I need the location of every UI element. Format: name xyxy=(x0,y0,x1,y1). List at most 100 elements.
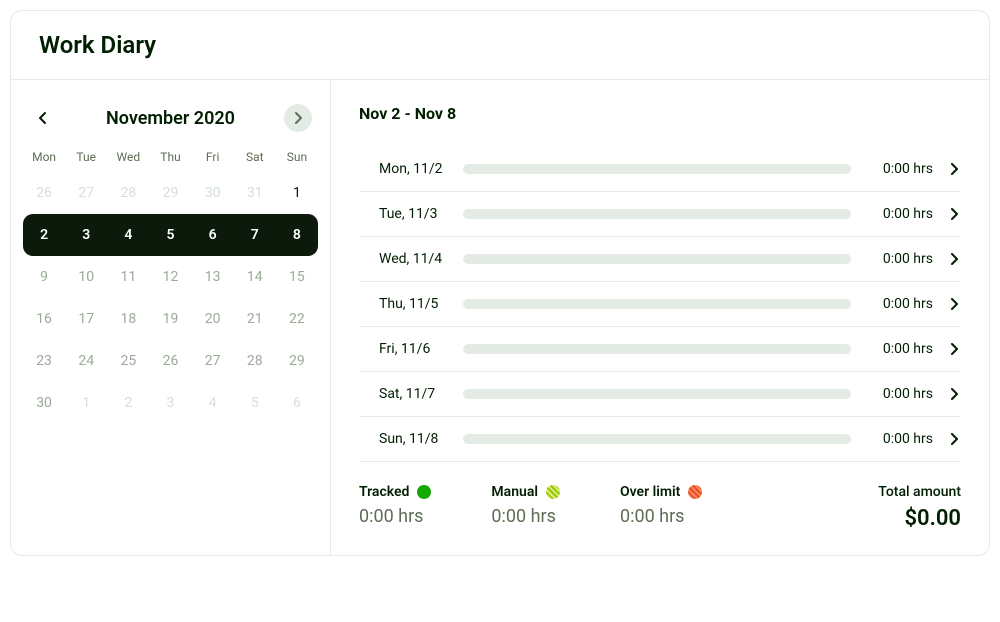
day-row-expand[interactable] xyxy=(947,433,961,445)
calendar-day[interactable]: 7 xyxy=(234,214,276,256)
calendar-day[interactable]: 5 xyxy=(149,214,191,256)
calendar-day[interactable]: 20 xyxy=(192,298,234,340)
manual-value: 0:00 hrs xyxy=(491,506,560,527)
chevron-left-icon xyxy=(38,111,48,125)
next-month-button[interactable] xyxy=(284,104,312,132)
day-row-hours: 0:00 hrs xyxy=(865,296,933,312)
calendar-day[interactable]: 23 xyxy=(23,340,65,382)
calendar-day[interactable]: 27 xyxy=(65,172,107,214)
calendar-day[interactable]: 15 xyxy=(276,256,318,298)
calendar-day[interactable]: 21 xyxy=(234,298,276,340)
calendar-day[interactable]: 28 xyxy=(234,340,276,382)
calendar-day[interactable]: 13 xyxy=(192,256,234,298)
calendar-day[interactable]: 1 xyxy=(276,172,318,214)
calendar-day[interactable]: 18 xyxy=(107,298,149,340)
day-row-expand[interactable] xyxy=(947,163,961,175)
calendar-day[interactable]: 31 xyxy=(234,172,276,214)
total-label: Total amount xyxy=(878,484,961,500)
day-row-bar xyxy=(463,344,851,354)
calendar-day[interactable]: 14 xyxy=(234,256,276,298)
day-row[interactable]: Thu, 11/50:00 hrs xyxy=(359,282,961,327)
day-row-hours: 0:00 hrs xyxy=(865,251,933,267)
chevron-right-icon xyxy=(950,343,958,355)
day-row[interactable]: Mon, 11/2 0:00 hrs xyxy=(359,147,961,192)
day-row-hours: 0:00 hrs xyxy=(865,161,933,177)
calendar-day[interactable]: 1 xyxy=(65,382,107,424)
calendar-day[interactable]: 29 xyxy=(149,172,191,214)
calendar-day[interactable]: 5 xyxy=(234,382,276,424)
day-row-expand[interactable] xyxy=(947,253,961,265)
summary-row: Tracked 0:00 hrs Manual 0:00 hrs Over li… xyxy=(359,462,961,531)
day-row-expand[interactable] xyxy=(947,343,961,355)
day-row-bar xyxy=(463,254,851,264)
tracked-label-row: Tracked xyxy=(359,484,431,500)
tracked-label: Tracked xyxy=(359,484,409,500)
day-row-bar xyxy=(463,434,851,444)
chevron-right-icon xyxy=(950,208,958,220)
day-row-label: Wed, 11/4 xyxy=(359,251,449,267)
overlimit-value: 0:00 hrs xyxy=(620,506,702,527)
calendar-day[interactable]: 12 xyxy=(149,256,191,298)
day-row[interactable]: Fri, 11/60:00 hrs xyxy=(359,327,961,372)
calendar-day[interactable]: 9 xyxy=(23,256,65,298)
calendar-day[interactable]: 30 xyxy=(192,172,234,214)
calendar-dow: Mon xyxy=(23,142,65,172)
total-value: $0.00 xyxy=(878,506,961,531)
calendar-day[interactable]: 19 xyxy=(149,298,191,340)
day-row-expand[interactable] xyxy=(947,208,961,220)
day-row-label: Tue, 11/3 xyxy=(359,206,449,222)
calendar-day[interactable]: 8 xyxy=(276,214,318,256)
calendar-day[interactable]: 16 xyxy=(23,298,65,340)
calendar-day[interactable]: 6 xyxy=(192,214,234,256)
calendar-day[interactable]: 26 xyxy=(23,172,65,214)
calendar-day[interactable]: 17 xyxy=(65,298,107,340)
chevron-right-icon xyxy=(950,253,958,265)
calendar-day[interactable]: 3 xyxy=(65,214,107,256)
calendar-day[interactable]: 25 xyxy=(107,340,149,382)
day-row-bar xyxy=(463,389,851,399)
day-row[interactable]: Wed, 11/4 0:00 hrs xyxy=(359,237,961,282)
day-row-hours: 0:00 hrs xyxy=(865,386,933,402)
calendar-day[interactable]: 26 xyxy=(149,340,191,382)
calendar-dow: Fri xyxy=(192,142,234,172)
calendar-day[interactable]: 3 xyxy=(149,382,191,424)
chevron-right-icon xyxy=(950,163,958,175)
day-row[interactable]: Sun, 11/8 0:00 hrs xyxy=(359,417,961,462)
work-diary-card: Work Diary November 2020 MonTueWedThuFri… xyxy=(10,10,990,556)
calendar-day[interactable]: 28 xyxy=(107,172,149,214)
calendar-dow: Tue xyxy=(65,142,107,172)
calendar-nav: November 2020 xyxy=(23,104,318,142)
calendar-day[interactable]: 4 xyxy=(192,382,234,424)
day-row-label: Sun, 11/8 xyxy=(359,431,449,447)
day-list: Mon, 11/20:00 hrsTue, 11/30:00 hrsWed, 1… xyxy=(359,147,961,462)
day-row-expand[interactable] xyxy=(947,388,961,400)
day-row[interactable]: Sat, 11/70:00 hrs xyxy=(359,372,961,417)
overlimit-dot-icon xyxy=(688,485,702,499)
day-row-label: Mon, 11/2 xyxy=(359,161,449,177)
day-row-hours: 0:00 hrs xyxy=(865,206,933,222)
calendar-day[interactable]: 10 xyxy=(65,256,107,298)
calendar-dow: Sat xyxy=(234,142,276,172)
day-row-hours: 0:00 hrs xyxy=(865,431,933,447)
summary-tracked: Tracked 0:00 hrs xyxy=(359,484,431,531)
calendar-day[interactable]: 4 xyxy=(107,214,149,256)
calendar-day[interactable]: 6 xyxy=(276,382,318,424)
day-row-expand[interactable] xyxy=(947,298,961,310)
card-header: Work Diary xyxy=(11,11,989,80)
calendar-day[interactable]: 24 xyxy=(65,340,107,382)
calendar-day[interactable]: 29 xyxy=(276,340,318,382)
calendar-day[interactable]: 2 xyxy=(107,382,149,424)
tracked-dot-icon xyxy=(417,485,431,499)
calendar-dow: Wed xyxy=(107,142,149,172)
calendar-day[interactable]: 22 xyxy=(276,298,318,340)
calendar-day[interactable]: 11 xyxy=(107,256,149,298)
prev-month-button[interactable] xyxy=(29,104,57,132)
calendar-day[interactable]: 27 xyxy=(192,340,234,382)
day-row[interactable]: Tue, 11/3 0:00 hrs xyxy=(359,192,961,237)
calendar-day[interactable]: 2 xyxy=(23,214,65,256)
day-row-bar xyxy=(463,164,851,174)
summary-manual: Manual 0:00 hrs xyxy=(491,484,560,531)
calendar-day[interactable]: 30 xyxy=(23,382,65,424)
calendar-month-label: November 2020 xyxy=(106,108,235,129)
day-row-label: Fri, 11/6 xyxy=(359,341,449,357)
